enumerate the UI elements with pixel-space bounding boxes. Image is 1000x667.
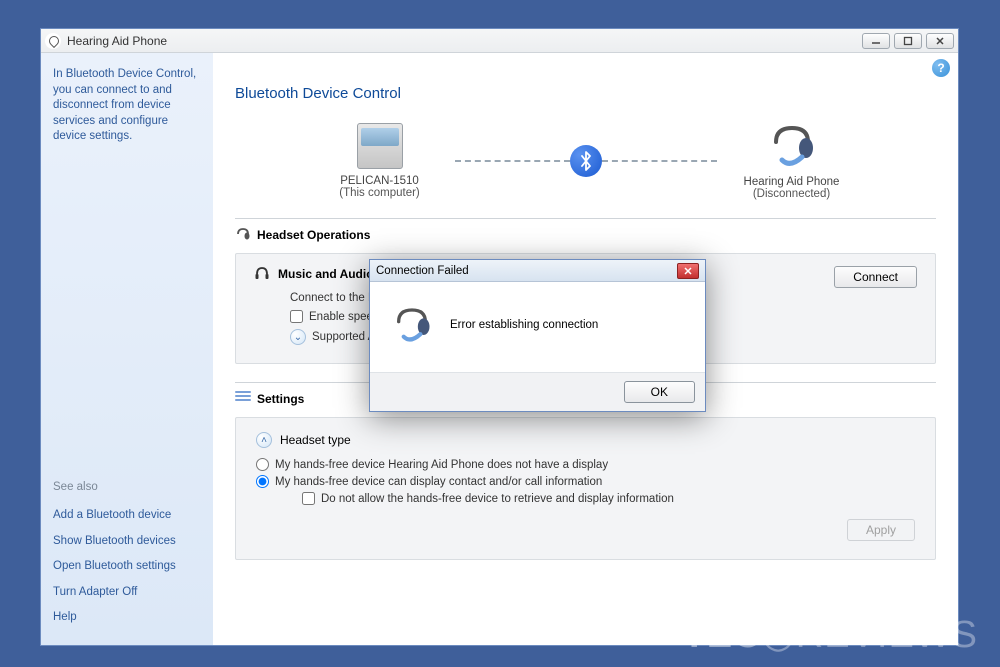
device-diagram: PELICAN-1510 (This computer) Hearing Aid… [235,122,936,200]
dialog-close-button[interactable] [677,263,699,279]
headphones-icon [254,266,270,282]
headset-operations-label: Headset Operations [257,228,370,242]
radio-has-display[interactable]: My hands-free device can display contact… [256,475,915,488]
headset-icon [768,122,816,170]
link-open-bluetooth-settings[interactable]: Open Bluetooth settings [53,559,201,575]
dialog-ok-button[interactable]: OK [624,381,695,403]
music-audio-label: Music and Audio [278,267,374,281]
sidebar: In Bluetooth Device Control, you can con… [41,53,213,645]
settings-label: Settings [257,392,304,406]
settings-icon [235,391,251,407]
remote-sub: (Disconnected) [753,188,830,200]
remote-name: Hearing Aid Phone [744,176,840,188]
dialog-title: Connection Failed [376,265,677,277]
dialog-headset-icon [392,305,432,345]
link-turn-adapter-off[interactable]: Turn Adapter Off [53,585,201,601]
maximize-button[interactable] [894,33,922,49]
connection-failed-dialog: Connection Failed Error establishing con… [369,259,706,412]
device-computer: PELICAN-1510 (This computer) [305,123,455,199]
radio-no-display[interactable]: My hands-free device Hearing Aid Phone d… [256,458,915,471]
link-show-bluetooth-devices[interactable]: Show Bluetooth devices [53,534,201,550]
device-remote: Hearing Aid Phone (Disconnected) [717,122,867,200]
do-not-allow-label: Do not allow the hands-free device to re… [321,493,674,505]
help-icon[interactable]: ? [932,59,950,77]
do-not-allow-row[interactable]: Do not allow the hands-free device to re… [302,492,915,505]
computer-name: PELICAN-1510 [340,175,419,187]
minimize-button[interactable] [862,33,890,49]
window-title: Hearing Aid Phone [67,34,862,48]
computer-sub: (This computer) [339,187,420,199]
enable-speech-checkbox[interactable] [290,310,303,323]
headset-type-panel: ˄ Headset type My hands-free device Hear… [235,417,936,560]
radio-has-display-label: My hands-free device can display contact… [275,476,602,488]
connect-button[interactable]: Connect [834,266,917,288]
do-not-allow-checkbox[interactable] [302,492,315,505]
titlebar: Hearing Aid Phone [41,29,958,53]
window-buttons [862,33,954,49]
apply-button: Apply [847,519,915,541]
close-button[interactable] [926,33,954,49]
enable-speech-label: Enable spee [309,311,373,323]
see-also-label: See also [53,480,201,496]
radio-no-display-label: My hands-free device Hearing Aid Phone d… [275,459,608,471]
app-icon [45,33,61,49]
chevron-up-icon[interactable]: ˄ [256,432,272,448]
connection-line-left [455,160,570,162]
radio-has-display-input[interactable] [256,475,269,488]
dialog-titlebar[interactable]: Connection Failed [370,260,705,282]
page-title: Bluetooth Device Control [235,85,936,102]
link-add-bluetooth-device[interactable]: Add a Bluetooth device [53,508,201,524]
bluetooth-icon [570,145,602,177]
sidebar-intro: In Bluetooth Device Control, you can con… [53,67,201,145]
dialog-message: Error establishing connection [450,319,598,331]
headset-type-label: Headset type [280,433,351,447]
computer-icon [357,123,403,169]
connection-line-right [602,160,717,162]
supported-label: Supported A [312,331,375,343]
link-help[interactable]: Help [53,610,201,626]
radio-no-display-input[interactable] [256,458,269,471]
chevron-down-icon[interactable]: ⌄ [290,329,306,345]
headset-operations-header: Headset Operations [235,227,936,243]
headset-small-icon [235,227,251,243]
